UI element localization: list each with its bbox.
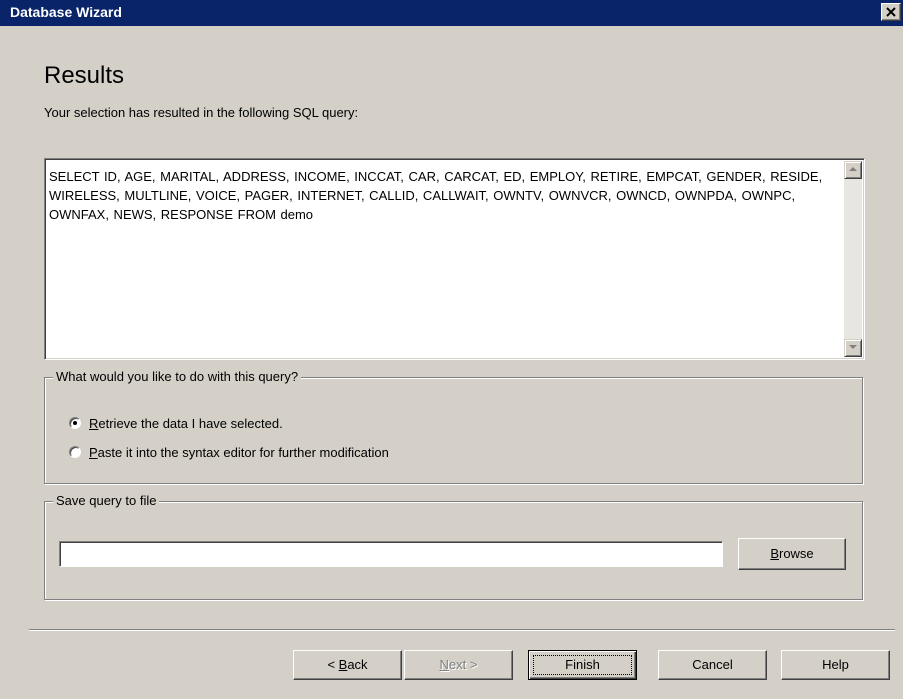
paste-syntax-label: Paste it into the syntax editor for furt… <box>89 445 389 460</box>
arrow-up-icon <box>849 167 857 171</box>
retrieve-data-radio[interactable] <box>69 417 81 429</box>
sql-query-text: SELECT ID, AGE, MARITAL, ADDRESS, INCOME… <box>49 169 823 222</box>
paste-syntax-radio[interactable] <box>69 446 81 458</box>
page-title: Results <box>44 62 125 89</box>
browse-button[interactable]: Browse <box>738 538 846 570</box>
scroll-up-button[interactable] <box>844 161 862 179</box>
vertical-scrollbar[interactable] <box>844 161 862 357</box>
query-action-legend: What would you like to do with this quer… <box>53 369 302 384</box>
scroll-down-button[interactable] <box>844 339 862 357</box>
save-query-group: Save query to file Browse <box>44 493 863 600</box>
next-label: Next > <box>439 657 478 672</box>
browse-label: Browse <box>770 546 814 561</box>
finish-button[interactable]: Finish <box>528 650 637 680</box>
close-icon <box>886 7 896 17</box>
next-button[interactable]: Next > <box>404 650 513 680</box>
finish-label: Finish <box>565 657 600 672</box>
help-label: Help <box>822 657 849 672</box>
cancel-button[interactable]: Cancel <box>658 650 767 680</box>
help-button[interactable]: Help <box>781 650 890 680</box>
arrow-down-icon <box>849 345 857 349</box>
title-bar: Database Wizard <box>0 0 903 26</box>
query-action-group: What would you like to do with this quer… <box>44 369 863 484</box>
cancel-label: Cancel <box>692 657 733 672</box>
file-path-input[interactable] <box>59 541 723 567</box>
radio-selected-dot <box>73 421 77 425</box>
close-button[interactable] <box>881 3 901 21</box>
sql-query-textarea[interactable]: SELECT ID, AGE, MARITAL, ADDRESS, INCOME… <box>44 158 865 360</box>
page-subtitle: Your selection has resulted in the follo… <box>44 105 359 120</box>
back-label: < Back <box>327 657 368 672</box>
save-query-legend: Save query to file <box>53 493 160 508</box>
window-title: Database Wizard <box>10 4 122 20</box>
back-button[interactable]: < Back <box>293 650 402 680</box>
footer-separator <box>29 629 895 631</box>
retrieve-data-label: Retrieve the data I have selected. <box>89 416 283 431</box>
